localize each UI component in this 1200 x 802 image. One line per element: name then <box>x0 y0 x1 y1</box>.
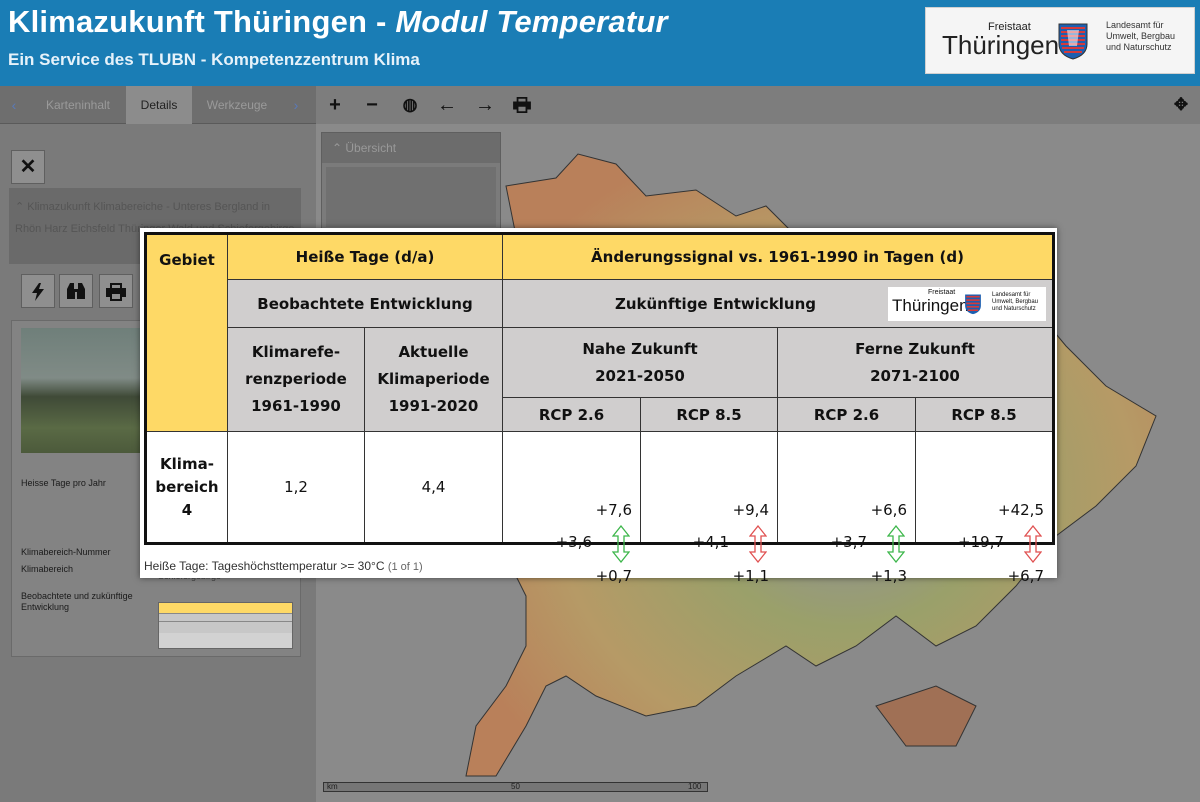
print-icon <box>106 283 126 301</box>
development-thumbnail[interactable] <box>158 602 293 649</box>
globe-icon[interactable]: ◍ <box>395 86 425 124</box>
double-arrow-icon <box>1024 525 1042 563</box>
app-title: Klimazukunft Thüringen - Modul Temperatu… <box>8 4 668 39</box>
thueringen-logo: Freistaat Thüringen Landesamt für Umwelt… <box>925 7 1195 74</box>
signal-mid: +4,1 <box>692 533 729 551</box>
signal-mid: +3,7 <box>830 533 867 551</box>
logo-agency-line2: Umwelt, Bergbau <box>1106 30 1176 41</box>
signal-min: +1,3 <box>870 567 907 585</box>
double-arrow-icon <box>887 525 905 563</box>
collapse-chevron-icon[interactable]: ⌃ <box>15 201 27 213</box>
row-hot-days: Heisse Tage pro Jahr <box>21 478 106 488</box>
signal-min: +0,7 <box>595 567 632 585</box>
overview-thumbnail <box>326 167 496 227</box>
overview-header[interactable]: ⌃ Übersicht <box>322 133 500 163</box>
tlubn-logo-agency-line2: Umwelt, Bergbau <box>992 298 1039 305</box>
panel-tabs: ‹ Karteninhalt Details Werkzeuge › <box>0 86 316 124</box>
app-header: Klimazukunft Thüringen - Modul Temperatu… <box>0 0 1200 86</box>
header-rcp85-near: RCP 8.5 <box>640 397 778 432</box>
header-rcp85-far: RCP 8.5 <box>915 397 1054 432</box>
zoom-out-icon[interactable]: − <box>357 86 387 124</box>
feature-popup: Gebiet Heiße Tage (d/a) Änderungssignal … <box>140 228 1057 585</box>
logo-name-text: Thüringen <box>942 30 1060 60</box>
signal-far-rcp26: +6,6 +3,7 +1,3 <box>777 431 916 585</box>
tab-details[interactable]: Details <box>126 86 192 124</box>
header-observed: Beobachtete Entwicklung <box>227 279 503 328</box>
signal-near-rcp26: +7,6 +3,6 +0,7 <box>502 431 641 585</box>
zoom-in-icon[interactable]: + <box>320 86 350 124</box>
cur-value: 4,4 <box>364 431 503 544</box>
signal-max: +7,6 <box>595 501 632 519</box>
map-toolbar: + − ◍ ← → ✥ <box>316 86 1200 124</box>
signal-min: +6,7 <box>1007 567 1044 585</box>
header-rcp26-near: RCP 2.6 <box>502 397 641 432</box>
double-arrow-icon <box>749 525 767 563</box>
tlubn-logo-agency-line1: Landesamt für <box>992 292 1031 298</box>
signal-mid: +3,6 <box>555 533 592 551</box>
scale-label-mid: 50 <box>511 782 520 791</box>
header-rcp26-far: RCP 2.6 <box>777 397 916 432</box>
header-far-future: Ferne Zukunft 2071-2100 <box>777 327 1054 398</box>
row-area: Klimabereich <box>21 564 74 574</box>
overview-chevron-icon: ⌃ <box>332 141 346 155</box>
tlubn-logo-freistaat: Freistaat <box>928 289 956 296</box>
pan-move-icon[interactable]: ✥ <box>1166 86 1196 124</box>
scale-label-end: 100 <box>688 782 702 791</box>
tabs-prev-icon[interactable]: ‹ <box>0 86 28 124</box>
header-gebiet: Gebiet <box>145 233 228 432</box>
zoom-to-feature-button[interactable] <box>21 274 55 308</box>
signal-max: +6,6 <box>870 501 907 519</box>
row-development: Beobachtete und zukünftige Entwicklung <box>21 591 133 612</box>
signal-min: +1,1 <box>732 567 769 585</box>
back-arrow-icon[interactable]: ← <box>432 86 462 124</box>
ref-value: 1,2 <box>227 431 365 544</box>
logo-agency-line1: Landesamt für <box>1106 20 1164 30</box>
print-feature-button[interactable] <box>99 274 133 308</box>
logo-agency-line3: und Naturschutz <box>1106 41 1172 52</box>
signal-mid: +19,7 <box>958 533 1004 551</box>
tlubn-logo: Freistaat Thüringen Landesamt für Umwelt… <box>888 287 1046 321</box>
tab-karteninhalt[interactable]: Karteninhalt <box>30 86 126 124</box>
tlubn-logo-agency-line3: und Naturschutz <box>992 305 1036 312</box>
hot-days-table: Gebiet Heiße Tage (d/a) Änderungssignal … <box>144 232 1055 585</box>
coat-of-arms-icon <box>1058 23 1088 60</box>
close-button[interactable]: ✕ <box>11 150 45 184</box>
thueringen-enclave <box>875 685 977 747</box>
header-current-period: Aktuelle Klimaperiode 1991-2020 <box>364 327 503 432</box>
header-near-future: Nahe Zukunft 2021-2050 <box>502 327 778 398</box>
tabs-next-icon[interactable]: › <box>282 86 310 124</box>
area-cell: Klima-bereich 4 <box>145 431 228 544</box>
app-subtitle: Ein Service des TLUBN - Kompetenzzentrum… <box>8 50 420 69</box>
double-arrow-icon <box>612 525 630 563</box>
header-reference-period: Klimarefe-renzperiode 1961-1990 <box>227 327 365 432</box>
scale-bar: km 50 100 <box>323 782 708 792</box>
signal-near-rcp85: +9,4 +4,1 +1,1 <box>640 431 778 585</box>
search-feature-button[interactable] <box>59 274 93 308</box>
forward-arrow-icon[interactable]: → <box>470 86 500 124</box>
binoculars-icon <box>67 283 85 299</box>
lightning-icon <box>32 283 44 301</box>
header-hot-days: Heiße Tage (d/a) <box>227 233 503 280</box>
print-icon <box>513 97 531 113</box>
print-map-icon[interactable] <box>507 86 537 124</box>
tlubn-logo-name: Thüringen <box>892 296 969 315</box>
signal-max: +9,4 <box>732 501 769 519</box>
header-future: Zukünftige Entwicklung Freistaat Thüring… <box>502 279 1054 328</box>
tab-werkzeuge[interactable]: Werkzeuge <box>192 86 282 124</box>
landscape-photo <box>21 328 156 453</box>
signal-far-rcp85: +42,5 +19,7 +6,7 <box>915 431 1054 585</box>
coat-of-arms-icon <box>965 294 981 315</box>
row-area-number: Klimabereich-Nummer <box>21 547 111 557</box>
scale-label-start: km <box>327 782 338 791</box>
header-change-signal: Änderungssignal vs. 1961-1990 in Tagen (… <box>502 233 1054 280</box>
signal-max: +42,5 <box>998 501 1044 519</box>
popup-footnote: Heiße Tage: Tageshöchsttemperatur >= 30°… <box>144 559 423 573</box>
popup-page-count: (1 of 1) <box>387 561 423 573</box>
